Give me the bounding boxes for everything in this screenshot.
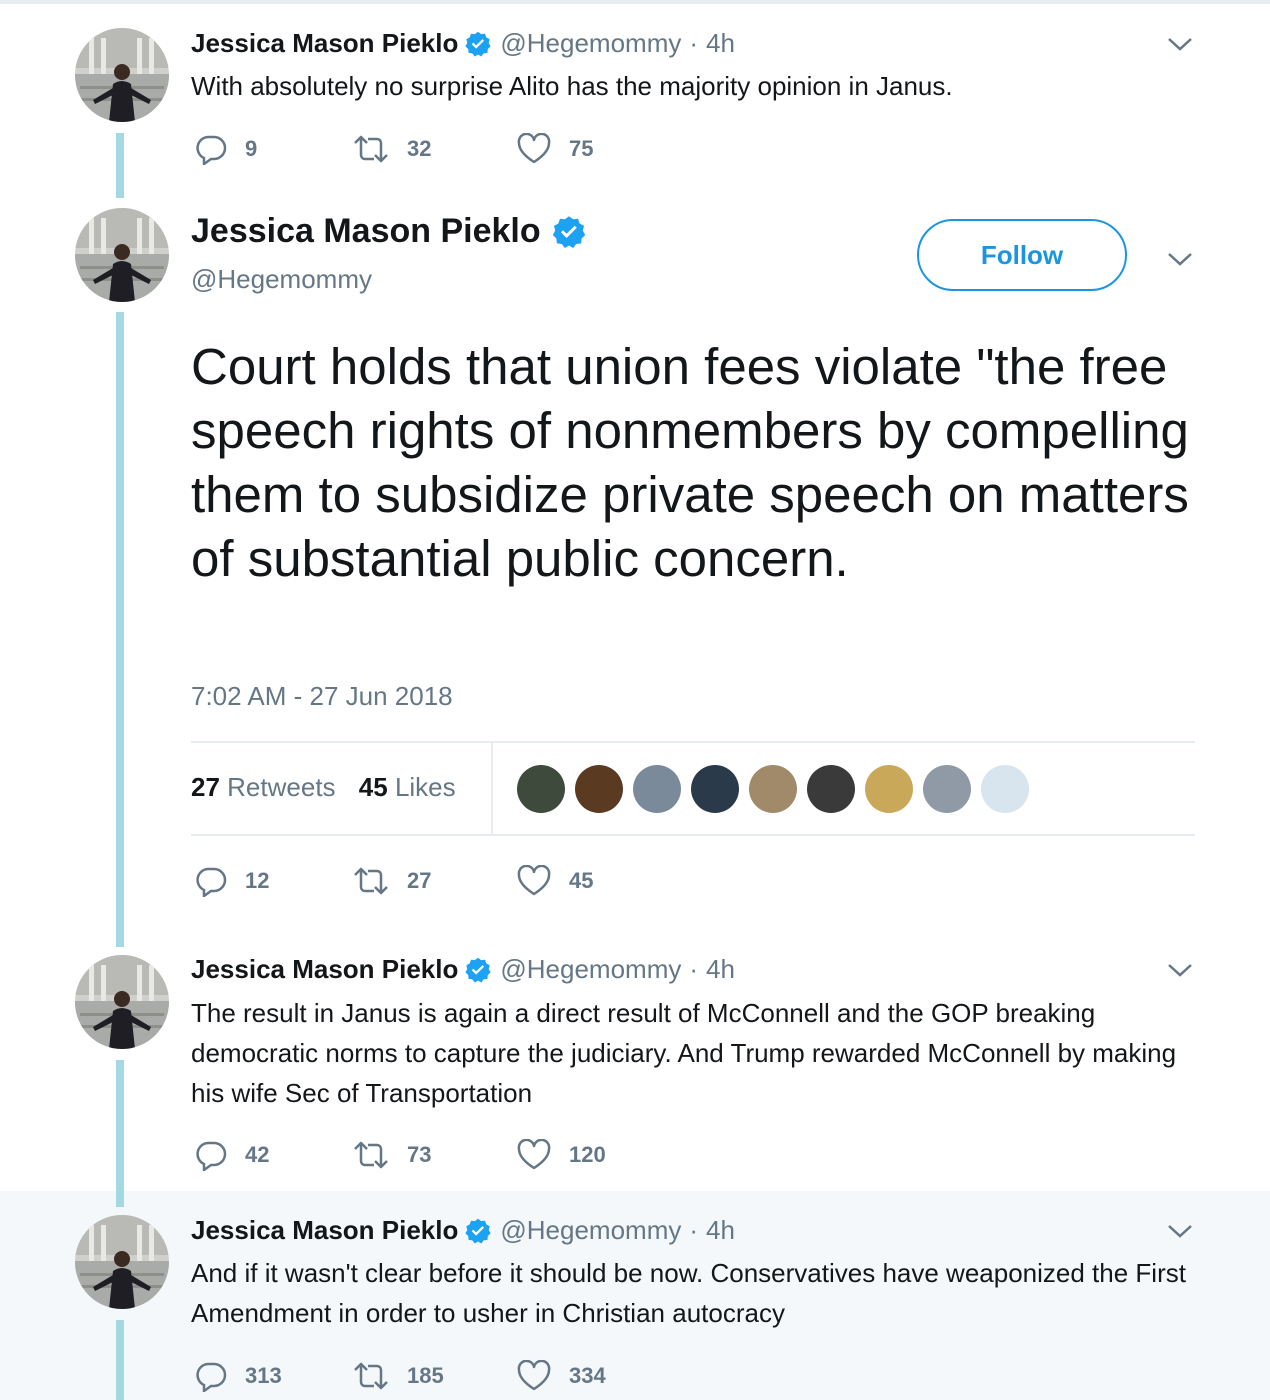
separator: ·: [689, 1215, 699, 1245]
chevron-down-icon[interactable]: [1166, 249, 1194, 269]
retweet-icon: [354, 1362, 388, 1390]
tweet-time[interactable]: 4h: [706, 28, 735, 59]
verified-badge-icon: [465, 31, 491, 56]
retweets-stat-count: 27: [191, 772, 220, 802]
reply-icon: [196, 1362, 227, 1392]
tweet-time[interactable]: 4h: [706, 954, 735, 985]
retweet-button[interactable]: 73: [353, 1139, 431, 1171]
divider: [491, 742, 493, 835]
liker-avatar[interactable]: [923, 765, 971, 813]
like-count: 120: [569, 1142, 606, 1167]
tweet-text: With absolutely no surprise Alito has th…: [191, 71, 953, 101]
retweet-icon: [354, 135, 388, 163]
retweet-button[interactable]: 32: [353, 133, 431, 165]
reply-icon: [196, 135, 227, 165]
retweet-button[interactable]: 185: [353, 1360, 444, 1392]
retweet-count: 185: [407, 1363, 444, 1388]
tweet-text: And if it wasn't clear before it should …: [191, 1258, 1186, 1328]
liker-avatar[interactable]: [633, 765, 681, 813]
author-name[interactable]: Jessica Mason Pieklo: [191, 954, 458, 985]
liker-avatar[interactable]: [807, 765, 855, 813]
likes-stat[interactable]: 45 Likes: [359, 772, 456, 802]
retweet-button[interactable]: 27: [353, 865, 431, 897]
verified-badge-icon: [465, 1218, 491, 1243]
liker-avatars: [517, 765, 1039, 813]
like-icon: [517, 865, 551, 896]
reply-count: 9: [245, 136, 258, 161]
avatar[interactable]: [75, 955, 169, 1049]
like-button[interactable]: 75: [517, 133, 593, 165]
likes-stat-label: Likes: [394, 772, 456, 802]
tweet-time[interactable]: 4h: [706, 1215, 735, 1246]
tweet-text: Court holds that union fees violate "the…: [191, 338, 1189, 587]
chevron-down-icon[interactable]: [1166, 1221, 1194, 1241]
reply-count: 313: [245, 1363, 282, 1388]
author-name[interactable]: Jessica Mason Pieklo: [191, 212, 541, 251]
like-button[interactable]: 334: [517, 1360, 606, 1392]
author-name[interactable]: Jessica Mason Pieklo: [191, 28, 458, 59]
verified-badge-icon: [552, 215, 585, 248]
author-handle[interactable]: @Hegemommy: [500, 1215, 681, 1246]
tweet-timestamp[interactable]: 7:02 AM - 27 Jun 2018: [191, 681, 453, 712]
likes-stat-count: 45: [358, 772, 388, 802]
retweet-count: 32: [407, 136, 432, 161]
reply-button[interactable]: 12: [195, 865, 269, 897]
retweets-stat-label: Retweets: [227, 772, 336, 802]
verified-badge-icon: [465, 957, 491, 982]
thread-line: [116, 312, 124, 947]
like-count: 45: [569, 868, 594, 893]
retweet-count: 73: [407, 1142, 432, 1167]
author-handle[interactable]: @Hegemommy: [500, 954, 681, 985]
like-icon: [517, 1360, 551, 1391]
reply-button[interactable]: 42: [195, 1139, 269, 1171]
reply-button[interactable]: 313: [195, 1360, 282, 1392]
separator: ·: [689, 28, 699, 58]
like-count: 75: [569, 136, 594, 161]
retweet-icon: [354, 867, 388, 895]
follow-button[interactable]: Follow: [917, 219, 1127, 291]
retweet-count: 27: [407, 868, 432, 893]
separator: ·: [689, 954, 699, 984]
reply-button[interactable]: 9: [195, 133, 257, 165]
reply-count: 42: [245, 1142, 270, 1167]
top-border: [0, 0, 1270, 4]
avatar[interactable]: [75, 208, 169, 302]
engagement-stats: 27 Retweets 45 Likes: [191, 772, 456, 803]
like-button[interactable]: 45: [517, 865, 593, 897]
like-icon: [517, 1139, 551, 1170]
liker-avatar[interactable]: [981, 765, 1029, 813]
like-count: 334: [569, 1363, 606, 1388]
divider: [191, 741, 1195, 743]
reply-icon: [196, 1141, 227, 1171]
author-handle[interactable]: @Hegemommy: [500, 28, 681, 59]
liker-avatar[interactable]: [749, 765, 797, 813]
liker-avatar[interactable]: [865, 765, 913, 813]
reply-icon: [196, 867, 227, 897]
author-name[interactable]: Jessica Mason Pieklo: [191, 1215, 458, 1246]
author-handle[interactable]: @Hegemommy: [191, 264, 372, 295]
retweet-icon: [354, 1141, 388, 1169]
reply-count: 12: [245, 868, 270, 893]
liker-avatar[interactable]: [517, 765, 565, 813]
like-icon: [517, 133, 551, 164]
avatar[interactable]: [75, 28, 169, 122]
liker-avatar[interactable]: [691, 765, 739, 813]
thread-line: [116, 1060, 124, 1207]
like-button[interactable]: 120: [517, 1139, 606, 1171]
divider: [191, 834, 1195, 836]
liker-avatar[interactable]: [575, 765, 623, 813]
thread-line: [116, 1320, 124, 1400]
chevron-down-icon[interactable]: [1166, 34, 1194, 54]
avatar[interactable]: [75, 1215, 169, 1309]
chevron-down-icon[interactable]: [1166, 960, 1194, 980]
thread-line: [116, 133, 124, 198]
tweet-text: The result in Janus is again a direct re…: [191, 998, 1177, 1108]
retweets-stat[interactable]: 27 Retweets: [191, 772, 336, 802]
